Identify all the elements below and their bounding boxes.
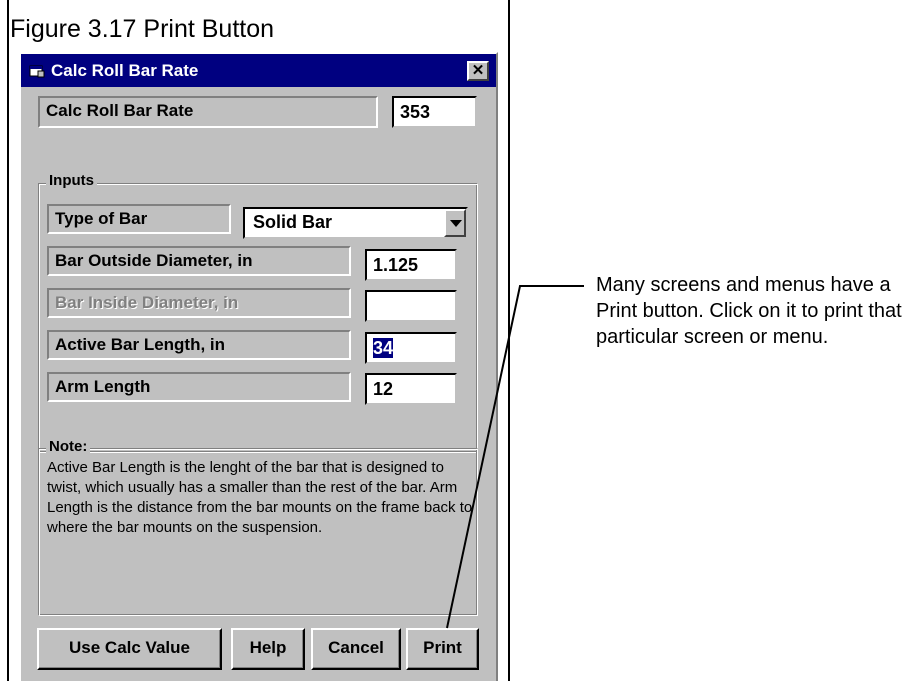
close-button[interactable]: ✕ (467, 61, 489, 81)
use-calc-value-button[interactable]: Use Calc Value (37, 628, 222, 670)
figure-caption: Figure 3.17 Print Button (10, 15, 275, 43)
note-text: Active Bar Length is the lenght of the b… (47, 459, 473, 536)
outside-diameter-field[interactable]: 1.125 (365, 249, 457, 281)
note-legend: Note: (46, 438, 91, 455)
active-length-label: Active Bar Length, in (47, 330, 351, 360)
dropdown-button[interactable] (444, 209, 466, 237)
help-button[interactable]: Help (231, 628, 305, 670)
close-icon: ✕ (471, 62, 485, 79)
active-length-field[interactable]: 34 (365, 332, 457, 364)
outside-diameter-label: Bar Outside Diameter, in (47, 246, 351, 276)
type-of-bar-select[interactable]: Solid Bar (243, 207, 468, 239)
title-bar[interactable]: Calc Roll Bar Rate ✕ (21, 54, 496, 87)
window-app-icon (29, 65, 45, 78)
print-button[interactable]: Print (406, 628, 479, 670)
active-length-value: 34 (373, 338, 394, 358)
inputs-legend: Inputs (46, 172, 97, 189)
result-value-field[interactable]: 353 (392, 96, 477, 128)
result-label: Calc Roll Bar Rate (38, 96, 378, 128)
calc-roll-bar-rate-dialog: Calc Roll Bar Rate ✕ Calc Roll Bar Rate … (19, 52, 498, 681)
chevron-down-icon (450, 220, 462, 227)
cancel-button[interactable]: Cancel (311, 628, 401, 670)
arm-length-field[interactable]: 12 (365, 373, 457, 405)
window-title: Calc Roll Bar Rate (51, 61, 199, 80)
type-of-bar-selected: Solid Bar (253, 212, 333, 232)
arm-length-label: Arm Length (47, 372, 351, 402)
inside-diameter-field[interactable] (365, 290, 457, 322)
type-of-bar-label: Type of Bar (47, 204, 231, 234)
callout-text: Many screens and menus have a Print butt… (596, 274, 902, 348)
inside-diameter-label: Bar Inside Diameter, in (47, 288, 351, 318)
